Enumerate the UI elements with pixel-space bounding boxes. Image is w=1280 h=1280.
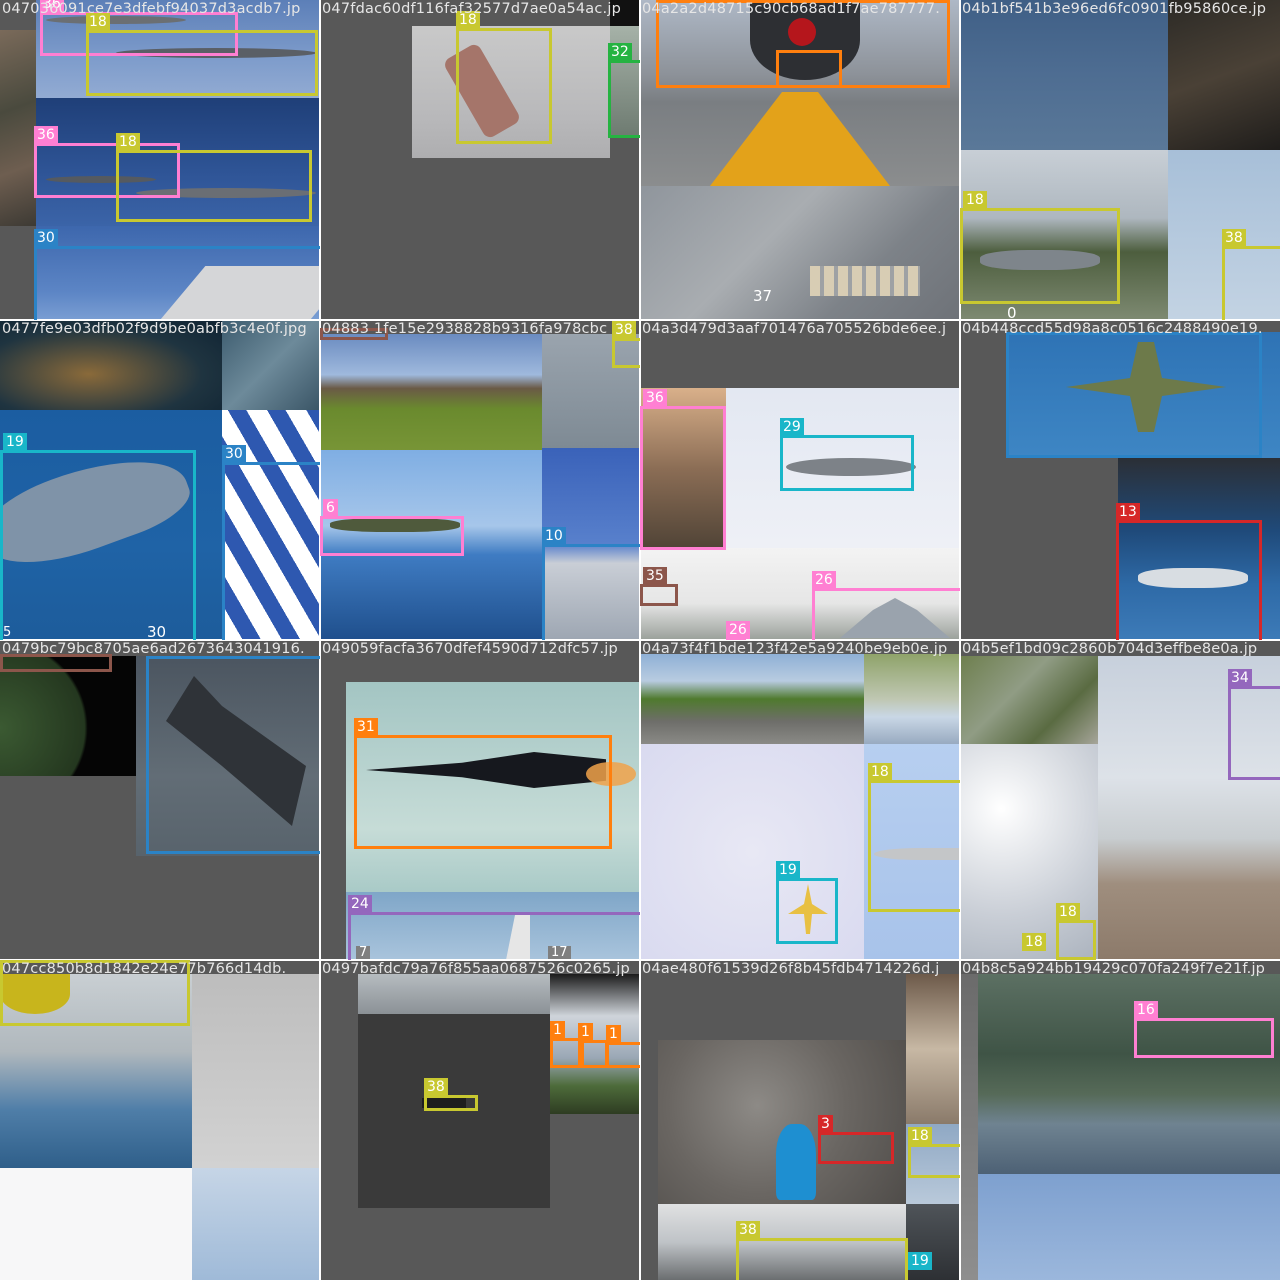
detection-label: 10	[542, 527, 566, 545]
detection-label: 6	[323, 499, 338, 517]
mosaic-tile: 38 1 1 1 0497bafdc79a76f855aa0687526c026…	[320, 960, 640, 1280]
detection-label: 1	[550, 1021, 565, 1039]
detection-label: 18	[908, 1127, 932, 1145]
photo-crowd-night	[1168, 0, 1280, 150]
image-filename: 04b5ef1bd09c2860b704d3effbe8e0a.jp	[962, 641, 1258, 657]
photo-misty-sea	[358, 974, 550, 1014]
detection-label: 0	[1007, 304, 1017, 320]
image-filename: 0477fe9e03dfb02f9d9be0abfb3c4e0f.jpg	[2, 321, 307, 337]
image-filename: 049059facfa3670dfef4590d712dfc57.jp	[322, 641, 618, 657]
photo-rocky-cliff-photographer	[658, 1040, 906, 1204]
image-filename: 04b448ccd55d98a8c0516c2488490e19.	[962, 321, 1263, 337]
image-filename: 04a3d479d3aaf701476a705526bde6ee.j	[642, 321, 947, 337]
detection-label: 1	[578, 1023, 593, 1041]
image-filename: 0497bafdc79a76f855aa0687526c0265.jp	[322, 961, 630, 977]
detection-mosaic: 36 18 36 18 30 047036091ce7e3dfebf94037d…	[0, 0, 1280, 1280]
detection-label: 1	[606, 1025, 621, 1043]
detection-label: 19	[3, 433, 27, 451]
mosaic-tile: 18 047cc850b8d1842e24e77b766d14db.	[0, 960, 320, 1280]
mosaic-tile: 0479bc79bc8705ae6ad2673643041916.	[0, 640, 320, 960]
detection-label: 30	[222, 445, 246, 463]
mosaic-tile: 19 30 30 5 0477fe9e03dfb02f9d9be0abfb3c4…	[0, 320, 320, 640]
detection-label: 32	[608, 43, 632, 61]
image-filename: 0479bc79bc8705ae6ad2673643041916.	[2, 641, 305, 657]
detection-label: 36	[643, 389, 667, 407]
detection-label: 19	[908, 1252, 932, 1270]
photo-left-strip	[960, 974, 978, 1280]
detection-label: 31	[354, 718, 378, 736]
detection-label: 29	[780, 418, 804, 436]
mosaic-tile: 18 38 0 04b1bf541b3e96ed6fc0901fb95860ce…	[960, 0, 1280, 320]
photo-aerial-rooftops	[0, 30, 36, 226]
mosaic-tile: 31 24 7 17 049059facfa3670dfef4590d712df…	[320, 640, 640, 960]
image-filename: 04ae480f61539d26f8b45fdb4714226d.j	[642, 961, 940, 977]
photo-hatch-interior	[906, 974, 960, 1124]
photo-sea-surface	[960, 0, 1168, 150]
photo-white-blank	[0, 1168, 192, 1280]
photo-grey-sky	[192, 974, 320, 1168]
detection-label: 26	[812, 571, 836, 589]
mosaic-tile: 36 29 35 26 26 04a3d479d3aaf701476a70552…	[640, 320, 960, 640]
detection-label: 13	[1116, 503, 1140, 521]
detection-label: 18	[1022, 933, 1046, 951]
detection-label: 19	[776, 861, 800, 879]
photo-mountain-coast	[978, 974, 1280, 1174]
detection-label: 18	[116, 133, 140, 151]
image-filename: 047cc850b8d1842e24e77b766d14db.	[2, 961, 287, 977]
mosaic-tile: 18 19 04a73f4f1bde123f42e5a9240be9eb0e.j…	[640, 640, 960, 960]
mosaic-tile: 16 04b8c5a924bb19429c070fa249f7e21f.jp	[960, 960, 1280, 1280]
detection-label: 35	[643, 567, 667, 585]
detection-label: 16	[1134, 1001, 1158, 1019]
image-filename: 04a2a2d48715c90cb68ad1f7ae787777.	[642, 1, 941, 17]
photo-night-sky-drone	[358, 1014, 550, 1208]
photo-satellite-houses	[960, 656, 1098, 744]
photo-airfield-road	[640, 654, 864, 744]
photo-dark-dome	[0, 656, 136, 776]
image-filename: 04b1bf541b3e96ed6fc0901fb95860ce.jp	[962, 1, 1267, 17]
mosaic-tile: 13 04b448ccd55d98a8c0516c2488490e19.	[960, 320, 1280, 640]
detection-label: 38	[424, 1078, 448, 1096]
detection-label: 38	[736, 1221, 760, 1239]
mosaic-tile: 6 10 38 04883 1fe15e2938828b9316fa978cbc	[320, 320, 640, 640]
image-filename: 04a73f4f1bde123f42e5a9240be9eb0e.jp	[642, 641, 948, 657]
detection-label: 24	[348, 895, 372, 913]
detection-label: 3	[818, 1115, 833, 1133]
detection-label: 30	[34, 229, 58, 247]
detection-label: 18	[1056, 903, 1080, 921]
detection-label: 26	[726, 621, 750, 639]
detection-label: 18	[963, 191, 987, 209]
detection-label: 34	[1228, 669, 1252, 687]
photo-blue-sky	[192, 1168, 320, 1280]
mosaic-tile: 3 18 38 19 04ae480f61539d26f8b45fdb47142…	[640, 960, 960, 1280]
detection-label: 37	[753, 287, 773, 305]
image-filename: 047fdac60df116faf32577d7ae0a54ac.jp	[322, 1, 621, 17]
photo-airbase-aerial	[640, 186, 960, 320]
photo-sky-lower	[978, 1174, 1280, 1280]
image-filename: 047036091ce7e3dfebf94037d3acdb7.jp	[2, 1, 301, 17]
detection-label: 38	[1222, 229, 1246, 247]
detection-label: 38	[612, 321, 636, 339]
image-filename: 04b8c5a924bb19429c070fa249f7e21f.jp	[962, 961, 1266, 977]
photo-building-cas	[864, 654, 960, 744]
image-filename: 04883 1fe15e2938828b9316fa978cbc	[322, 321, 608, 337]
detection-label: 18	[868, 763, 892, 781]
detection-label: 36	[34, 126, 58, 144]
mosaic-tile: 37 04a2a2d48715c90cb68ad1f7ae787777.	[640, 0, 960, 320]
mosaic-tile: 34 18 18 04b5ef1bd09c2860b704d3effbe8e0a…	[960, 640, 1280, 960]
mosaic-tile: 36 18 36 18 30 047036091ce7e3dfebf94037d…	[0, 0, 320, 320]
mosaic-tile: 18 32 047fdac60df116faf32577d7ae0a54ac.j…	[320, 0, 640, 320]
